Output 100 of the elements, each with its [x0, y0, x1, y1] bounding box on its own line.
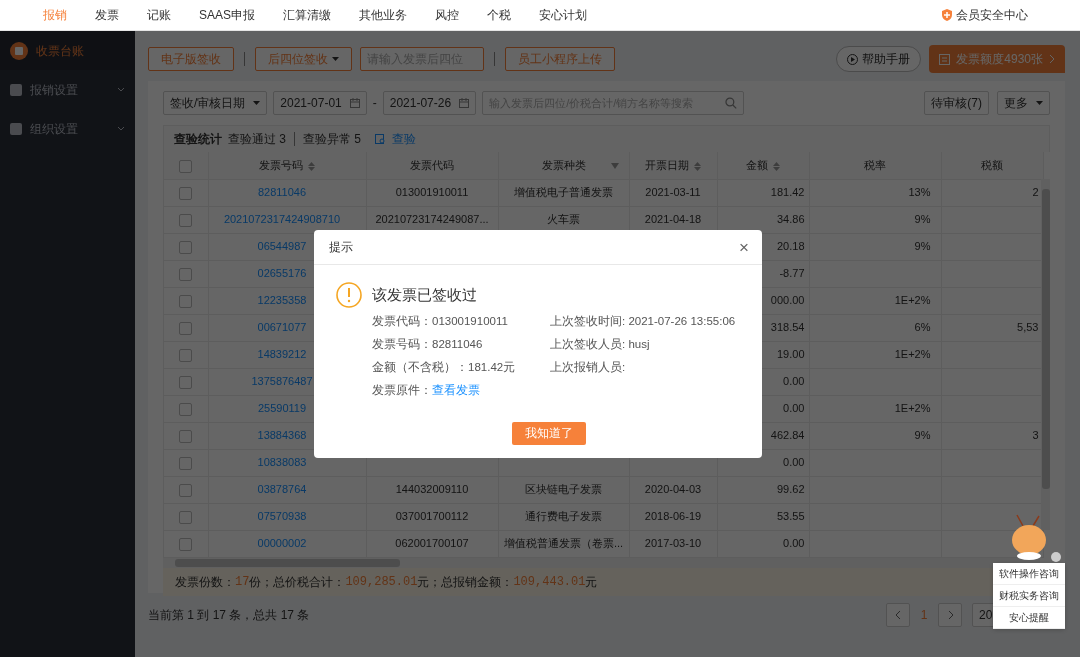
checkbox[interactable]	[179, 429, 193, 443]
close-button[interactable]: ×	[739, 238, 749, 256]
checkbox[interactable]	[179, 213, 193, 227]
close-icon[interactable]	[1051, 552, 1061, 562]
filter-icon[interactable]	[610, 163, 619, 169]
next-page-button[interactable]	[938, 603, 962, 627]
checkbox[interactable]	[179, 240, 193, 254]
checkbox[interactable]	[179, 267, 193, 281]
table-cell: 0.00	[783, 402, 805, 415]
help-button[interactable]: 帮助手册	[836, 46, 922, 72]
nav-tab[interactable]: 发票	[95, 6, 119, 24]
nav-tab[interactable]: 安心计划	[539, 6, 587, 24]
more-button[interactable]: 更多	[997, 91, 1050, 115]
checkbox[interactable]	[179, 483, 193, 497]
invoice-number-link[interactable]: 12235358	[257, 294, 307, 307]
invoice-number-link[interactable]: 82811046	[257, 186, 307, 199]
caret-icon	[253, 101, 261, 105]
chevron-icon	[1049, 54, 1055, 64]
sort-icon[interactable]	[694, 161, 701, 171]
nav-tab[interactable]: 个税	[487, 6, 511, 24]
table-cell: 99.62	[776, 483, 805, 496]
stats-text: 查验异常 5	[303, 131, 362, 148]
column-header: 金额	[746, 159, 768, 171]
field-text: 发票代码：013001910011	[372, 314, 508, 327]
invoice-number-link[interactable]: 10838083	[257, 456, 307, 469]
invoice-number-link[interactable]: 07570938	[257, 510, 307, 523]
checkbox[interactable]	[179, 402, 193, 416]
summary-label: 总价税合计：	[273, 573, 346, 591]
dialog-title: 提示	[329, 239, 353, 256]
date-field[interactable]: 2021-07-26	[382, 91, 477, 115]
nav-tab[interactable]: 风控	[435, 6, 459, 24]
field-text: 上次报销人员:	[550, 361, 626, 373]
invoice-number-link[interactable]: 14839212	[257, 348, 307, 361]
nav-tab[interactable]: 记账	[147, 6, 171, 24]
page-button[interactable]: 1	[910, 606, 938, 624]
summary-value: 109,443.01	[513, 573, 586, 591]
checkbox[interactable]	[179, 510, 193, 524]
upload-button[interactable]: 员工小程序上传	[505, 47, 615, 71]
checkbox[interactable]	[179, 294, 193, 308]
column-header: 发票代码	[410, 159, 454, 171]
pagination-info: 当前第 1 到 17 条，总共 17 条	[148, 607, 310, 624]
checkbox[interactable]	[179, 186, 193, 200]
table-cell: 037001700112	[395, 510, 469, 523]
table-cell: 2021-04-18	[644, 213, 702, 226]
summary-unit: 元；	[417, 573, 442, 591]
invoice-number-link[interactable]: 1375876487	[251, 375, 313, 388]
help-menu-item[interactable]: 软件操作咨询	[993, 563, 1065, 585]
table-cell: 0.00	[783, 456, 805, 469]
checkbox[interactable]	[179, 159, 193, 173]
stats-text: 查验通过 3	[228, 131, 286, 148]
help-menu-item[interactable]: 安心提醒	[993, 607, 1065, 629]
field-text: 发票号码：82811046	[372, 337, 483, 350]
table-cell: 3	[1032, 429, 1039, 442]
invoice-number-link[interactable]: 03878764	[257, 483, 307, 496]
menu-icon	[10, 41, 28, 60]
invoice-number-link[interactable]: 02655176	[257, 267, 307, 280]
nav-tab[interactable]: SAAS申报	[199, 6, 255, 24]
field-text: 金额（不含税）：181.42元	[372, 361, 516, 373]
table-cell: 2018-06-19	[644, 510, 702, 523]
invoice-number-link[interactable]: 00671077	[257, 321, 307, 334]
sort-icon[interactable]	[773, 161, 780, 171]
table-cell: 2020-04-03	[644, 483, 702, 496]
scrollbar[interactable]	[163, 557, 1040, 568]
view-invoice-link[interactable]: 查看发票	[432, 384, 480, 397]
nav-tab[interactable]: 报销	[43, 6, 67, 24]
chevron-icon	[947, 611, 953, 619]
column-header: 发票号码	[259, 159, 303, 171]
checkbox[interactable]	[179, 348, 193, 362]
scrollbar[interactable]	[1041, 179, 1050, 530]
checkbox[interactable]	[179, 537, 193, 551]
prev-page-button[interactable]	[886, 603, 910, 627]
sort-icon[interactable]	[308, 161, 315, 171]
table-cell: 火车票	[547, 213, 580, 226]
nav-tab[interactable]: 其他业务	[359, 6, 407, 24]
table-cell: 1E+2%	[894, 402, 931, 415]
security-center-link[interactable]: 会员安全中心	[956, 6, 1028, 24]
date-field[interactable]: 2021-07-01	[273, 91, 367, 115]
table-cell: 462.84	[770, 429, 805, 442]
checkbox[interactable]	[179, 321, 193, 335]
invoice-number-link[interactable]: 2021072317424908710	[223, 213, 341, 226]
invoice-number-link[interactable]: 00000002	[257, 537, 307, 550]
sign-button[interactable]: 电子版签收	[148, 47, 234, 71]
chevron-icon	[895, 611, 901, 619]
dropdown-button[interactable]: 后四位签收	[255, 47, 352, 71]
table-cell: 2021-03-11	[645, 186, 701, 199]
nav-tab[interactable]: 汇算清缴	[283, 6, 331, 24]
ok-button[interactable]: 我知道了	[512, 421, 586, 445]
summary-label: 发票份数：	[175, 573, 235, 591]
pending-button[interactable]: 待审核(7)	[924, 91, 989, 115]
quota-button[interactable]: 发票额度4930张	[929, 45, 1065, 73]
table-cell: 增值税电子普通发票	[514, 186, 613, 199]
date-type-select[interactable]: 签收/审核日期	[163, 91, 268, 115]
invoice-number-link[interactable]: 25590119	[257, 402, 307, 415]
warning-icon	[336, 282, 362, 308]
invoice-number-link[interactable]: 06544987	[257, 240, 307, 253]
checkbox[interactable]	[179, 375, 193, 389]
help-menu-item[interactable]: 财税实务咨询	[993, 585, 1065, 607]
checkbox[interactable]	[179, 456, 193, 470]
verify-link[interactable]: 查验	[375, 130, 417, 148]
invoice-number-link[interactable]: 13884368	[257, 429, 307, 442]
